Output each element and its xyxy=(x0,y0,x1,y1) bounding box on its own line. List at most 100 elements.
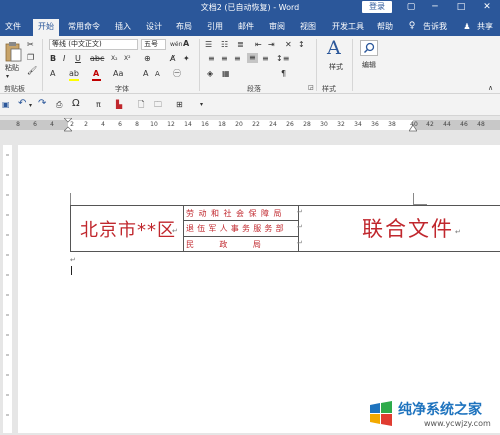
font-size-select[interactable]: 五号 xyxy=(141,39,166,50)
clear-format-icon[interactable]: A̸ xyxy=(170,54,175,64)
sort-icon[interactable]: ↕ xyxy=(298,40,305,50)
bold-icon[interactable]: B xyxy=(50,54,56,64)
group-separator xyxy=(199,39,200,91)
undo-icon[interactable]: ↶ xyxy=(18,99,26,109)
tab-file[interactable]: 文件 xyxy=(2,19,24,36)
tab-help[interactable]: 帮助 xyxy=(374,19,396,36)
editing-label[interactable]: 编辑 xyxy=(362,60,376,70)
cell-end-mark: ↵ xyxy=(297,223,303,231)
login-button[interactable]: 登录 xyxy=(362,1,392,13)
close-button[interactable]: ✕ xyxy=(480,1,494,13)
cut-icon[interactable]: ✂ xyxy=(27,40,34,50)
tab-design[interactable]: 设计 xyxy=(143,19,165,36)
decrease-indent-icon[interactable]: ⇤ xyxy=(255,40,262,50)
share-icon[interactable]: ♟ xyxy=(462,19,472,36)
ruler-tick: 48 xyxy=(477,121,485,128)
tab-home[interactable]: 开始 xyxy=(33,19,59,36)
search-icon[interactable] xyxy=(360,40,378,56)
minimize-button[interactable]: ─ xyxy=(428,1,442,13)
ruler-tick: 14 xyxy=(184,121,192,128)
open-icon[interactable]: 🗀 xyxy=(154,100,162,110)
horizontal-ruler[interactable]: 8 6 4 2 2 4 6 8 10 12 14 16 18 20 22 24 … xyxy=(0,117,500,133)
paragraph-mark: ↵ xyxy=(70,256,76,264)
table-icon[interactable]: ⊞ xyxy=(176,100,183,110)
show-marks-icon[interactable]: ¶ xyxy=(281,69,286,79)
font-group-label: 字体 xyxy=(115,85,129,93)
copy-icon[interactable]: ❐ xyxy=(27,53,34,63)
group-separator xyxy=(352,39,353,91)
equation-icon[interactable]: π xyxy=(96,100,101,110)
increase-indent-icon[interactable]: ⇥ xyxy=(268,40,275,50)
document-page[interactable] xyxy=(18,145,500,433)
table-border xyxy=(183,220,298,221)
ruler-tick: 8 xyxy=(135,121,139,128)
customize-qat-icon[interactable]: ▾ xyxy=(200,100,203,110)
maximize-button[interactable]: □ xyxy=(454,1,468,13)
symbol-icon[interactable]: Ω xyxy=(72,99,80,109)
strikethrough-icon[interactable]: abc xyxy=(90,54,104,64)
tab-mailings[interactable]: 邮件 xyxy=(235,19,257,36)
borders-icon[interactable]: ▦ xyxy=(222,69,230,79)
phonetic-icon[interactable]: ✦ xyxy=(183,54,190,64)
clipboard-group-label: 剪贴板 xyxy=(4,85,25,93)
enclose-char-icon[interactable]: ㊀ xyxy=(173,69,181,79)
align-right-icon[interactable]: ≡ xyxy=(234,54,241,64)
dialog-launcher-icon[interactable]: ◲ xyxy=(308,83,314,93)
text-effect-icon[interactable]: A xyxy=(50,69,55,79)
asian-layout-icon[interactable]: ✕ xyxy=(285,40,292,50)
tab-developer[interactable]: 开发工具 xyxy=(328,19,368,36)
vertical-ruler[interactable] xyxy=(3,145,12,433)
highlight-color-bar xyxy=(69,79,79,81)
save-icon[interactable]: ▣ xyxy=(2,100,10,110)
format-painter-icon[interactable]: 🖌 xyxy=(27,66,37,76)
char-border-icon[interactable]: A xyxy=(183,39,189,49)
tell-me-search[interactable]: 告诉我 xyxy=(419,19,451,36)
new-document-icon[interactable]: 🗋 xyxy=(138,100,144,110)
shrink-font-icon[interactable]: A xyxy=(155,69,160,79)
tab-insert[interactable]: 插入 xyxy=(112,19,134,36)
distribute-icon[interactable]: ≡ xyxy=(262,54,269,64)
tab-review[interactable]: 审阅 xyxy=(266,19,288,36)
highlight-icon[interactable]: ab xyxy=(69,69,79,79)
paste-icon[interactable] xyxy=(4,41,22,63)
collapse-ribbon-icon[interactable]: ∧ xyxy=(488,83,493,93)
ruler-tick: 24 xyxy=(269,121,277,128)
tab-layout[interactable]: 布局 xyxy=(173,19,195,36)
redo-icon[interactable]: ↷ xyxy=(38,99,46,109)
tab-view[interactable]: 视图 xyxy=(297,19,319,36)
line-spacing-icon[interactable]: ↕≡ xyxy=(276,54,289,64)
tab-references[interactable]: 引用 xyxy=(204,19,226,36)
styles-label[interactable]: 样式 xyxy=(329,62,343,72)
bullets-icon[interactable]: ☰ xyxy=(205,40,212,50)
print-preview-icon[interactable]: ⎙ xyxy=(56,100,62,110)
multilevel-list-icon[interactable]: ≣ xyxy=(237,40,244,50)
text-effects-icon[interactable]: ⊕ xyxy=(144,54,151,64)
ruler-tick: 2 xyxy=(70,121,74,128)
tab-common-commands[interactable]: 常用命令 xyxy=(64,19,104,36)
justify-icon[interactable]: ≡ xyxy=(247,53,258,63)
font-color-bar xyxy=(92,79,101,81)
font-name-select[interactable]: 等线 (中文正文) xyxy=(49,39,138,50)
joint-document-title: 联合文件 xyxy=(362,217,454,241)
shading-color-icon[interactable]: ▙ xyxy=(116,100,122,110)
paste-dropdown-icon[interactable]: ▾ xyxy=(6,72,9,82)
align-left-icon[interactable]: ≡ xyxy=(208,54,215,64)
underline-icon[interactable]: U xyxy=(75,54,81,64)
ruler-tick: 12 xyxy=(167,121,175,128)
city-name: 北京市**区 xyxy=(80,220,176,241)
ribbon-display-icon[interactable]: ▢ xyxy=(404,1,418,13)
char-size-icon[interactable]: wén xyxy=(170,40,182,50)
change-case-icon[interactable]: Aa xyxy=(113,69,123,79)
grow-font-icon[interactable]: A xyxy=(143,69,148,79)
font-color-icon[interactable]: A xyxy=(93,69,99,79)
numbering-icon[interactable]: ☷ xyxy=(221,40,228,50)
superscript-icon[interactable]: X² xyxy=(124,54,131,64)
align-center-icon[interactable]: ≡ xyxy=(221,54,228,64)
shading-icon[interactable]: ◈ xyxy=(207,69,213,79)
share-button[interactable]: 共享 xyxy=(473,19,497,36)
lightbulb-icon[interactable]: ♀ xyxy=(406,19,418,36)
subscript-icon[interactable]: X₂ xyxy=(111,54,118,64)
undo-dropdown-icon[interactable]: ▾ xyxy=(29,101,32,111)
styles-icon[interactable]: A xyxy=(327,38,341,58)
italic-icon[interactable]: I xyxy=(63,54,65,64)
